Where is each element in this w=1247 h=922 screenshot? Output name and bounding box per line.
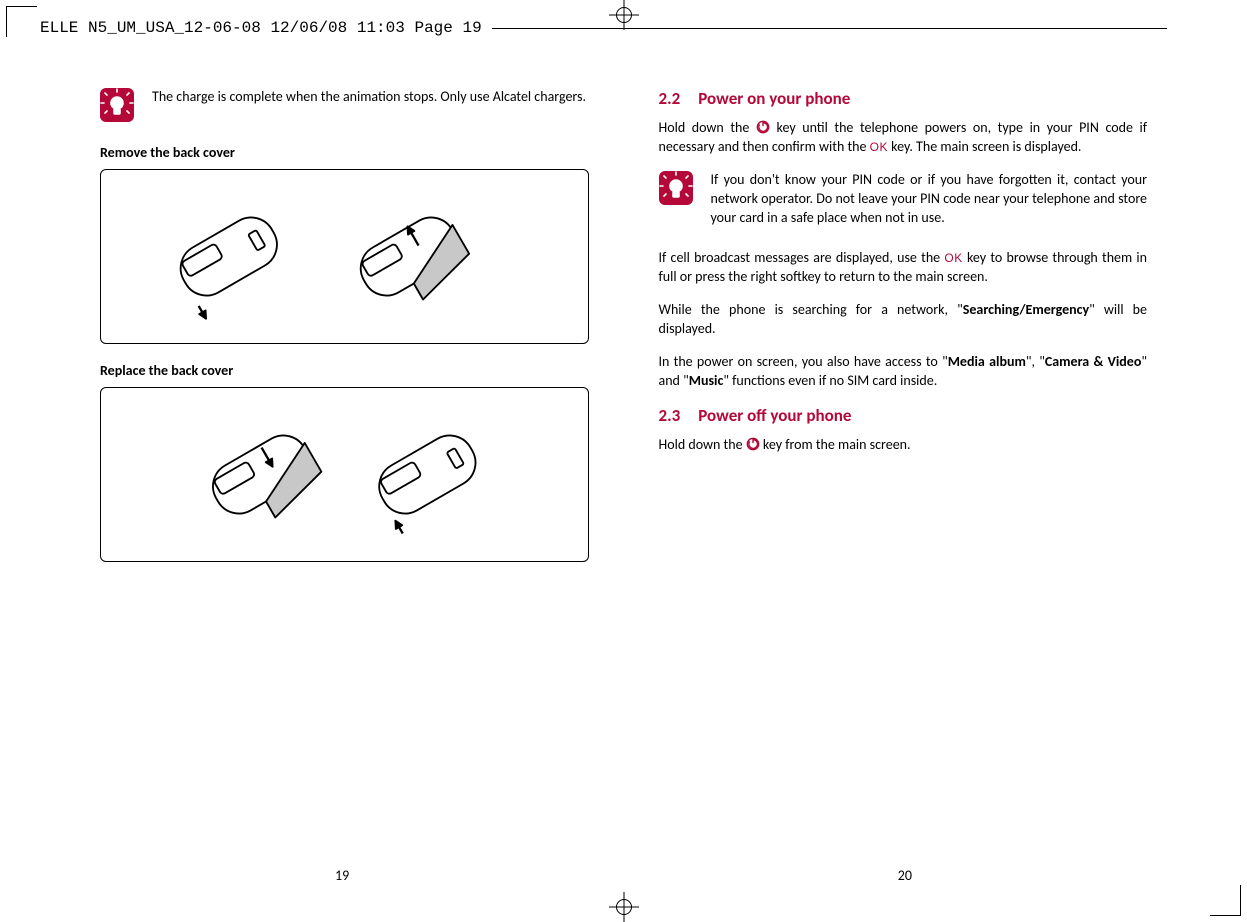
remove-back-cover-heading: Remove the back cover bbox=[100, 144, 589, 161]
bold-text: Media album bbox=[948, 353, 1026, 370]
power-key-icon bbox=[756, 120, 770, 134]
ok-key-label: OK bbox=[870, 140, 888, 154]
power-on-screen-paragraph: In the power on screen, you also have ac… bbox=[659, 353, 1148, 391]
replace-back-cover-figure bbox=[100, 387, 589, 562]
right-page: 2.2 Power on your phone Hold down the key… bbox=[659, 88, 1148, 852]
text: key. The main screen is displayed. bbox=[891, 138, 1081, 155]
text: Hold down the bbox=[659, 119, 756, 136]
replace-back-cover-heading: Replace the back cover bbox=[100, 362, 589, 379]
power-off-paragraph: Hold down the key from the main screen. bbox=[659, 436, 1148, 455]
page-number-right: 20 bbox=[898, 867, 912, 884]
text: While the phone is searching for a netwo… bbox=[659, 301, 963, 318]
section-2-2-heading: 2.2 Power on your phone bbox=[659, 88, 1148, 109]
section-2-3-heading: 2.3 Power off your phone bbox=[659, 405, 1148, 426]
text: Hold down the bbox=[659, 436, 746, 453]
tip-text: If you don't know your PIN code or if yo… bbox=[711, 171, 1148, 228]
tip-text: The charge is complete when the animatio… bbox=[152, 88, 589, 122]
print-header-slug: ELLE N5_UM_USA_12-06-08 12/06/08 11:03 P… bbox=[40, 19, 482, 37]
power-on-paragraph: Hold down the key until the telephone po… bbox=[659, 119, 1148, 157]
lightbulb-icon bbox=[659, 171, 693, 205]
section-number: 2.2 bbox=[659, 88, 681, 109]
text: ", " bbox=[1026, 353, 1045, 370]
section-title: Power off your phone bbox=[698, 405, 851, 426]
registration-mark bbox=[609, 892, 639, 922]
section-number: 2.3 bbox=[659, 405, 681, 426]
ok-key-label: OK bbox=[944, 251, 962, 265]
cell-broadcast-paragraph: If cell broadcast messages are displayed… bbox=[659, 249, 1148, 287]
bold-text: Camera & Video bbox=[1045, 353, 1142, 370]
remove-back-cover-figure bbox=[100, 169, 589, 344]
power-key-icon bbox=[746, 437, 760, 451]
left-page: The charge is complete when the animatio… bbox=[100, 88, 589, 852]
page-number-left: 19 bbox=[335, 867, 349, 884]
section-title: Power on your phone bbox=[698, 88, 850, 109]
header-rule bbox=[492, 28, 1167, 29]
crop-mark bbox=[6, 6, 37, 37]
lightbulb-icon bbox=[100, 88, 134, 122]
bold-text: Music bbox=[689, 372, 724, 389]
text: In the power on screen, you also have ac… bbox=[659, 353, 948, 370]
text: " functions even if no SIM card inside. bbox=[723, 372, 937, 389]
bold-text: Searching/Emergency bbox=[963, 301, 1089, 318]
text: If cell broadcast messages are displayed… bbox=[659, 249, 945, 266]
crop-mark bbox=[1210, 885, 1241, 916]
text: key from the main screen. bbox=[763, 436, 911, 453]
searching-paragraph: While the phone is searching for a netwo… bbox=[659, 301, 1148, 339]
